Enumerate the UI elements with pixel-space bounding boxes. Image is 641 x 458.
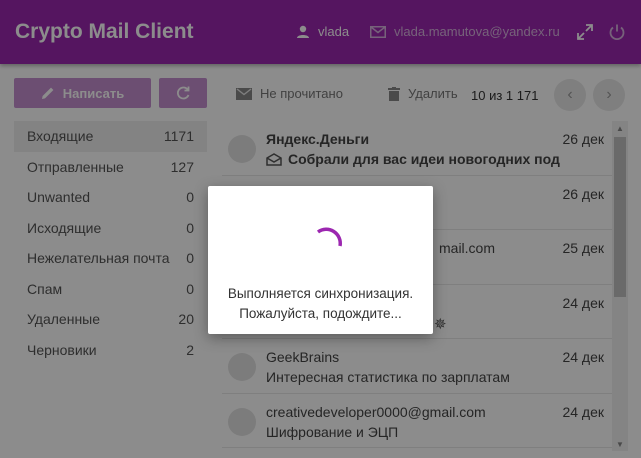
sync-dialog: Выполняется синхронизация. Пожалуйста, п…	[208, 186, 433, 334]
sync-message-line1: Выполняется синхронизация.	[227, 286, 414, 301]
sync-message: Выполняется синхронизация. Пожалуйста, п…	[208, 284, 433, 324]
loading-spinner-icon	[316, 227, 343, 247]
sync-message-line2: Пожалуйста, подождите...	[239, 306, 402, 321]
